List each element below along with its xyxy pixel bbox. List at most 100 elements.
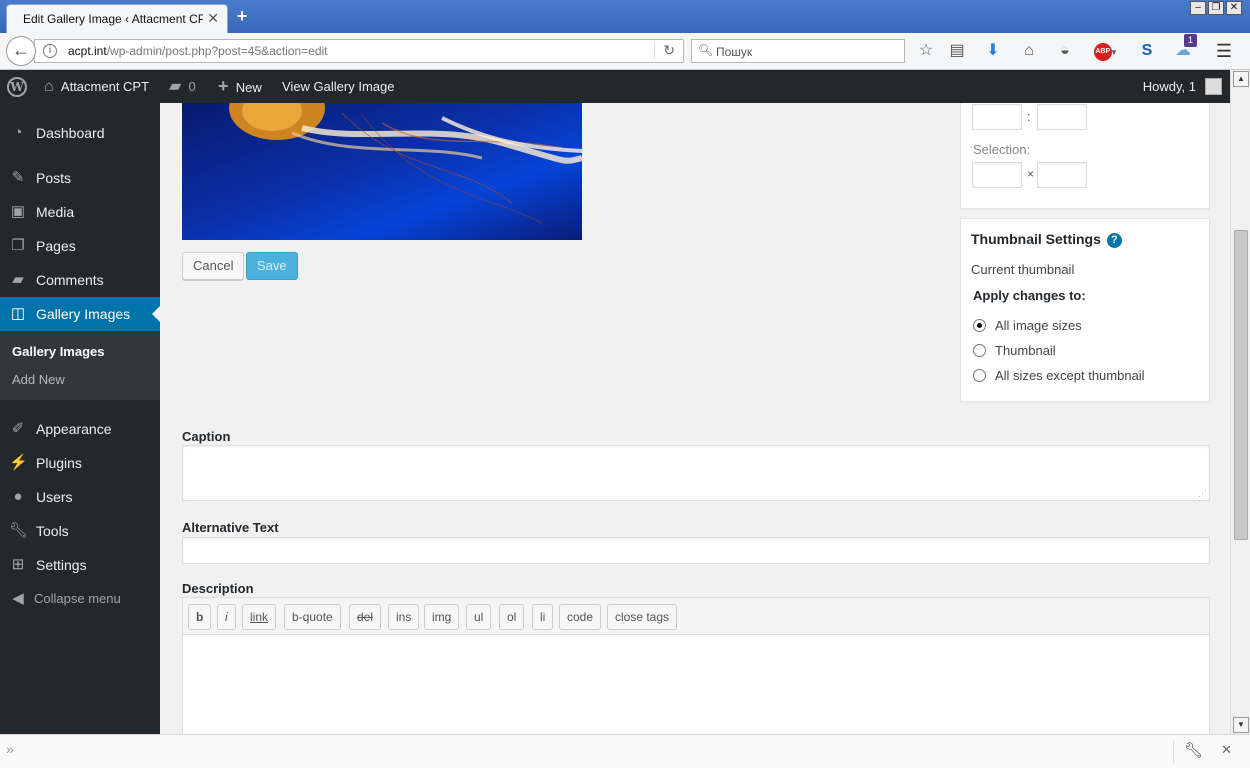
adblock-icon[interactable]: ABP ▾	[1090, 40, 1120, 62]
qt-ul-button[interactable]: ul	[466, 604, 492, 630]
sidebar-item-plugins[interactable]: ⚡ Plugins	[0, 446, 160, 480]
search-icon: 🔍︎	[698, 43, 714, 57]
notification-icon[interactable]: ☁ 1	[1172, 34, 1197, 62]
sidebar-item-label: Posts	[36, 170, 72, 186]
scroll-down-icon[interactable]: ▼	[1233, 717, 1249, 733]
thumbnail-settings-heading: Thumbnail Settings?	[971, 231, 1122, 248]
resize-grip-icon[interactable]: ⋰	[1198, 489, 1207, 498]
minimize-icon[interactable]: –	[1190, 1, 1206, 15]
qt-bold-button[interactable]: b	[188, 604, 212, 630]
download-icon[interactable]: ⬇	[982, 40, 1004, 62]
bookmark-star-icon[interactable]: ☆	[915, 40, 937, 62]
browser-navbar: i acpt.int/wp-admin/post.php?post=45&act…	[0, 33, 1250, 70]
qt-ol-button[interactable]: ol	[499, 604, 525, 630]
sidebar-item-appearance[interactable]: ✐ Appearance	[0, 412, 160, 446]
vertical-scrollbar[interactable]: ▲ ▼	[1230, 70, 1250, 734]
new-label: New	[235, 80, 262, 95]
sidebar-item-users[interactable]: ● Users	[0, 480, 160, 514]
close-icon[interactable]: ✕	[1221, 742, 1232, 758]
adminbar-view-link[interactable]: View Gallery Image	[282, 70, 394, 103]
qt-ins-button[interactable]: ins	[388, 604, 420, 630]
sidebar-item-settings[interactable]: ⊞ Settings	[0, 548, 160, 582]
search-bar[interactable]: 🔍︎ Пошук	[691, 39, 905, 63]
wordpress-logo-icon[interactable]: W	[7, 77, 27, 97]
settings-icon: ⊞	[11, 556, 25, 573]
sidebar-item-posts[interactable]: ✎ Posts	[0, 161, 160, 195]
plugin-icon: ⚡	[9, 454, 28, 471]
sidebar-item-label: Settings	[36, 557, 87, 573]
scroll-up-icon[interactable]: ▲	[1233, 71, 1249, 87]
wp-admin-bar: W ⌂ Attacment CPT ▰ 0 + New View Gallery…	[0, 70, 1230, 103]
sidebar-item-label: Gallery Images	[36, 306, 131, 322]
qt-link-button[interactable]: link	[242, 604, 277, 630]
qt-bquote-button[interactable]: b-quote	[284, 604, 341, 630]
image-preview[interactable]	[182, 103, 582, 240]
addon-bar-divider	[1173, 740, 1174, 764]
radio-button[interactable]	[973, 369, 986, 382]
brush-icon: ✐	[11, 420, 25, 437]
reload-icon[interactable]: ↻	[663, 42, 675, 59]
url-separator	[654, 43, 655, 59]
restore-icon[interactable]: ❐	[1208, 1, 1224, 15]
sidebar-item-tools[interactable]: 🔧︎ Tools	[0, 514, 160, 548]
qt-close-tags-button[interactable]: close tags	[607, 604, 678, 630]
collapse-menu-button[interactable]: ◀ Collapse menu	[0, 582, 160, 616]
sidebar-item-gallery-images[interactable]: ◫ Gallery Images	[0, 297, 160, 331]
chevron-right-icon[interactable]: »	[6, 741, 14, 757]
avatar[interactable]	[1205, 78, 1222, 95]
qt-li-button[interactable]: li	[532, 604, 554, 630]
qt-del-button[interactable]: del	[349, 604, 382, 630]
selection-width-input[interactable]	[972, 162, 1022, 188]
scroll-thumb[interactable]	[1234, 230, 1248, 540]
menu-hamburger-icon[interactable]: ☰	[1213, 40, 1235, 62]
sidebar-item-comments[interactable]: ▰ Comments	[0, 263, 160, 297]
pages-icon: ❐	[11, 237, 25, 254]
url-bar[interactable]: i acpt.int/wp-admin/post.php?post=45&act…	[34, 39, 684, 63]
site-info-icon[interactable]: i	[43, 44, 57, 58]
close-window-icon[interactable]: ✕	[1226, 1, 1242, 15]
aspect-ratio-width-input[interactable]	[972, 104, 1022, 130]
qt-img-button[interactable]: img	[424, 604, 460, 630]
adminbar-comments[interactable]: ▰ 0	[169, 70, 196, 103]
qt-italic-button[interactable]: i	[217, 604, 236, 630]
submenu-item-gallery-images[interactable]: Gallery Images	[12, 344, 105, 359]
window-controls: – ❐ ✕	[1190, 1, 1242, 15]
wrench-icon: 🔧︎	[9, 522, 29, 539]
selection-height-input[interactable]	[1037, 162, 1087, 188]
skype-icon[interactable]: S	[1136, 40, 1158, 62]
sidebar-item-dashboard[interactable]: ◔ Dashboard	[0, 116, 160, 150]
adminbar-site[interactable]: ⌂ Attacment CPT	[44, 70, 149, 103]
collapse-menu-label: Collapse menu	[34, 591, 121, 606]
radio-button[interactable]	[973, 344, 986, 357]
radio-button[interactable]	[973, 319, 986, 332]
caption-textarea[interactable]: ⋰	[182, 445, 1210, 501]
description-textarea[interactable]	[182, 634, 1210, 734]
thumbnail-settings-title: Thumbnail Settings	[971, 231, 1101, 247]
gallery-submenu: Gallery Images Add New	[0, 331, 160, 400]
sidebar-item-label: Pages	[36, 238, 76, 254]
pocket-icon[interactable]: ◒	[1054, 40, 1076, 62]
home-icon[interactable]: ⌂	[1018, 40, 1040, 62]
tab-close-icon[interactable]: ✕	[207, 10, 219, 26]
cancel-button[interactable]: Cancel	[182, 252, 245, 280]
aspect-ratio-height-input[interactable]	[1037, 104, 1087, 130]
pin-icon: ✎	[11, 169, 25, 186]
save-button[interactable]: Save	[246, 252, 298, 280]
back-button[interactable]: ←	[6, 36, 36, 66]
howdy-label[interactable]: Howdy, 1	[1143, 70, 1196, 103]
radio-label: All image sizes	[995, 318, 1082, 333]
wrench-icon[interactable]: 🔧︎	[1184, 741, 1203, 759]
user-icon: ●	[13, 488, 23, 505]
submenu-item-add-new[interactable]: Add New	[12, 372, 65, 387]
help-icon[interactable]: ?	[1106, 233, 1122, 248]
adminbar-new[interactable]: + New	[218, 70, 262, 103]
sidebar-item-media[interactable]: ▣ Media	[0, 195, 160, 229]
sidebar-item-pages[interactable]: ❐ Pages	[0, 229, 160, 263]
new-tab-icon[interactable]: +	[232, 6, 252, 26]
qt-code-button[interactable]: code	[559, 604, 602, 630]
radio-label: Thumbnail	[995, 343, 1056, 358]
reading-list-icon[interactable]: ▤	[946, 40, 968, 62]
browser-tab[interactable]: Edit Gallery Image ‹ Attacment CP… ✕	[6, 4, 228, 33]
alt-text-input[interactable]	[182, 537, 1210, 564]
url-text[interactable]: acpt.int/wp-admin/post.php?post=45&actio…	[68, 44, 328, 58]
